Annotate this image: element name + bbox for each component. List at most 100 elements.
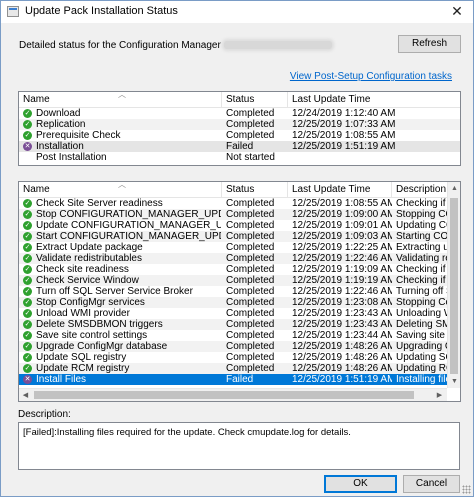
step-row[interactable]: ✓ Update RCM registry Completed 12/25/2019 …	[19, 363, 460, 374]
step-list-horizontal-scrollbar[interactable]: ◀ ▶	[19, 388, 447, 401]
cell-step-time: 12/25/2019 1:23:44 AM	[292, 330, 392, 341]
cell-step-time: 12/25/2019 1:09:03 AM	[292, 231, 392, 242]
cell-step-name: Check Site Server readiness	[36, 198, 163, 209]
col-header-step-time[interactable]: Last Update Time	[288, 182, 392, 198]
step-row[interactable]: ✕ Install Files Failed 12/25/2019 1:51:19 A…	[19, 374, 460, 385]
cell-step-description: Stopping CONFIG	[396, 209, 448, 220]
cell-step-time: 12/25/2019 1:09:00 AM	[292, 209, 392, 220]
cell-step-description: Checking if site is	[396, 264, 448, 275]
scroll-right-arrow-icon[interactable]: ▶	[433, 389, 446, 401]
cell-stage-name: Post Installation	[36, 152, 107, 163]
cell-step-description: Stopping ConfigM	[396, 297, 448, 308]
check-circle-icon: ✓	[23, 131, 32, 140]
cell-step-time: 12/25/2019 1:22:46 AM	[292, 253, 392, 264]
step-row[interactable]: ✓ Update CONFIGURATION_MANAGER_UPDATE ser…	[19, 220, 460, 231]
cell-step-time: 12/25/2019 1:23:43 AM	[292, 319, 392, 330]
cell-step-description: Checking if Site Se	[396, 198, 448, 209]
sort-up-icon: ︿	[118, 92, 126, 99]
cell-step-name: Upgrade ConfigMgr database	[36, 341, 168, 352]
cell-step-status: Completed	[226, 209, 275, 220]
cell-step-description: Saving site contro	[396, 330, 448, 341]
cell-step-status: Completed	[226, 352, 275, 363]
check-circle-icon: ✓	[23, 364, 32, 373]
step-list-vertical-scrollbar[interactable]: ▲ ▼	[447, 182, 460, 388]
check-circle-icon: ✓	[23, 331, 32, 340]
cell-step-description: Updating RCM reg	[396, 363, 448, 374]
cell-step-time: 12/25/2019 1:23:43 AM	[292, 308, 392, 319]
col-header-name[interactable]: Name ︿	[19, 92, 222, 108]
scroll-left-arrow-icon[interactable]: ◀	[19, 389, 32, 401]
cell-step-description: Deleting SMSDBM	[396, 319, 448, 330]
stage-row[interactable]: ✓ Prerequisite Check Completed 12/25/2019 1…	[19, 130, 460, 141]
check-circle-icon: ✓	[23, 221, 32, 230]
step-row[interactable]: ✓ Upgrade ConfigMgr database Completed 12/2…	[19, 341, 460, 352]
cell-step-status: Completed	[226, 286, 275, 297]
stage-list[interactable]: Name ︿ Status Last Update Time ✓ Download C…	[18, 91, 461, 166]
error-x-icon: ✕	[23, 375, 32, 384]
step-row[interactable]: ✓ Check Service Window Completed 12/25/2019…	[19, 275, 460, 286]
cell-step-time: 12/25/2019 1:19:19 AM	[292, 275, 392, 286]
horizontal-scroll-thumb[interactable]	[34, 391, 414, 399]
col-header-step-name[interactable]: Name ︿	[19, 182, 222, 198]
ok-button[interactable]: OK	[324, 475, 397, 493]
cell-step-time: 12/25/2019 1:08:55 AM	[292, 198, 392, 209]
vertical-scroll-thumb[interactable]	[450, 198, 458, 374]
step-row[interactable]: ✓ Extract Update package Completed 12/25/20…	[19, 242, 460, 253]
resize-grip-icon[interactable]	[462, 485, 471, 494]
cell-step-status: Completed	[226, 330, 275, 341]
cell-step-name: Turn off SQL Server Service Broker	[36, 286, 193, 297]
col-header-step-description[interactable]: Description	[392, 182, 452, 198]
step-row[interactable]: ✓ Stop CONFIGURATION_MANAGER_UPDATE servi…	[19, 209, 460, 220]
cell-step-status: Completed	[226, 242, 275, 253]
step-row[interactable]: ✓ Delete SMSDBMON triggers Completed 12/25/…	[19, 319, 460, 330]
col-header-step-status[interactable]: Status	[222, 182, 288, 198]
refresh-button[interactable]: Refresh	[398, 35, 461, 53]
stage-row[interactable]: ✓ Replication Completed 12/25/2019 1:07:33 …	[19, 119, 460, 130]
stage-row[interactable]: Post Installation Not started	[19, 152, 460, 163]
cancel-button[interactable]: Cancel	[403, 475, 460, 493]
cell-step-status: Completed	[226, 363, 275, 374]
cell-step-time: 12/25/2019 1:09:01 AM	[292, 220, 392, 231]
cell-stage-status: Not started	[226, 152, 275, 163]
cell-step-name: Extract Update package	[36, 242, 143, 253]
cell-stage-time: 12/24/2019 1:12:40 AM	[292, 108, 396, 119]
check-circle-icon: ✓	[23, 353, 32, 362]
step-row[interactable]: ✓ Stop ConfigMgr services Completed 12/25/2…	[19, 297, 460, 308]
step-row[interactable]: ✓ Update SQL registry Completed 12/25/2019 …	[19, 352, 460, 363]
check-circle-icon: ✓	[23, 265, 32, 274]
window-title: Update Pack Installation Status	[25, 5, 178, 17]
step-row[interactable]: ✓ Start CONFIGURATION_MANAGER_UPDATE serv…	[19, 231, 460, 242]
cell-step-status: Completed	[226, 220, 275, 231]
close-button[interactable]: ✕	[441, 1, 473, 23]
cell-step-status: Completed	[226, 231, 275, 242]
col-header-last-update[interactable]: Last Update Time	[288, 92, 460, 108]
cell-step-name: Validate redistributables	[36, 253, 142, 264]
error-x-icon: ✕	[23, 142, 32, 151]
post-setup-tasks-link[interactable]: View Post-Setup Configuration tasks	[290, 71, 452, 82]
step-row[interactable]: ✓ Save site control settings Completed 12/2…	[19, 330, 460, 341]
cell-step-time: 12/25/2019 1:48:26 AM	[292, 352, 392, 363]
cell-stage-time: 12/25/2019 1:08:55 AM	[292, 130, 396, 141]
cell-step-description: Unloading WMI pro	[396, 308, 448, 319]
step-row[interactable]: ✓ Turn off SQL Server Service Broker Compl…	[19, 286, 460, 297]
stage-row[interactable]: ✕ Installation Failed 12/25/2019 1:51:19 AM	[19, 141, 460, 152]
cell-step-time: 12/25/2019 1:48:26 AM	[292, 363, 392, 374]
step-row[interactable]: ✓ Unload WMI provider Completed 12/25/2019 …	[19, 308, 460, 319]
cell-stage-name: Prerequisite Check	[36, 130, 121, 141]
cell-step-description: Checking if curren	[396, 275, 448, 286]
cell-step-description: Turning off SQL	[396, 286, 448, 297]
cell-step-status: Completed	[226, 308, 275, 319]
cell-step-status: Completed	[226, 297, 275, 308]
step-row[interactable]: ✓ Check site readiness Completed 12/25/2019…	[19, 264, 460, 275]
stage-row[interactable]: ✓ Download Completed 12/24/2019 1:12:40 AM	[19, 108, 460, 119]
cell-stage-name: Download	[36, 108, 81, 119]
description-box[interactable]: [Failed]:Installing files required for t…	[18, 422, 460, 470]
step-row[interactable]: ✓ Check Site Server readiness Completed 12/…	[19, 198, 460, 209]
cell-step-status: Completed	[226, 319, 275, 330]
scroll-down-arrow-icon[interactable]: ▼	[448, 375, 460, 388]
title-bar[interactable]: Update Pack Installation Status ✕	[1, 1, 473, 23]
step-row[interactable]: ✓ Validate redistributables Completed 12/25…	[19, 253, 460, 264]
step-list[interactable]: Name ︿ Status Last Update Time Descriptio…	[18, 181, 461, 402]
col-header-status[interactable]: Status	[222, 92, 288, 108]
scroll-up-arrow-icon[interactable]: ▲	[448, 182, 460, 195]
